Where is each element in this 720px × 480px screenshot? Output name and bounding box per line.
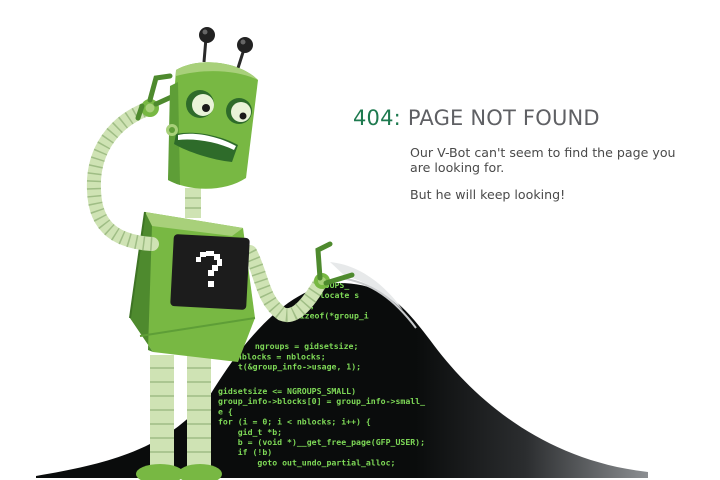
code-line: group_info->blocks[0] = group_info->smal… bbox=[218, 396, 425, 406]
code-line: t(&group_info->usage, 1); bbox=[228, 362, 361, 372]
code-line: for (i = 0; i < nblocks; i++) { bbox=[218, 417, 371, 427]
robot-404-illustration: NGROUPS_ allocate s ; (sizeof(*group_i n… bbox=[36, 27, 648, 480]
robot-head bbox=[166, 27, 258, 189]
error-title: PAGE NOT FOUND bbox=[407, 106, 600, 130]
page-title: 404: PAGE NOT FOUND bbox=[353, 106, 600, 130]
error-submessage: But he will keep looking! bbox=[410, 187, 566, 202]
code-line: goto out_undo_partial_alloc; bbox=[218, 457, 395, 467]
code-line: e { bbox=[218, 406, 233, 416]
error-message: Our V-Bot can't seem to find the page yo… bbox=[410, 145, 676, 175]
robot-neck bbox=[185, 188, 201, 218]
code-line: gidsetsize <= NGROUPS_SMALL) bbox=[218, 386, 356, 396]
code-terminal-wave: NGROUPS_ allocate s ; (sizeof(*group_i n… bbox=[36, 262, 648, 478]
code-line: gid_t *b; bbox=[218, 427, 282, 437]
code-line: if (!b) bbox=[218, 447, 272, 457]
code-line: >nblocks = nblocks; bbox=[232, 351, 326, 361]
error-code: 404: bbox=[353, 106, 401, 130]
error-message-block: Our V-Bot can't seem to find the page yo… bbox=[410, 145, 680, 214]
code-line: ngroups = gidsetsize; bbox=[245, 341, 358, 351]
robot-body bbox=[129, 211, 256, 362]
code-line: b = (void *)__get_free_page(GFP_USER); bbox=[218, 437, 425, 447]
